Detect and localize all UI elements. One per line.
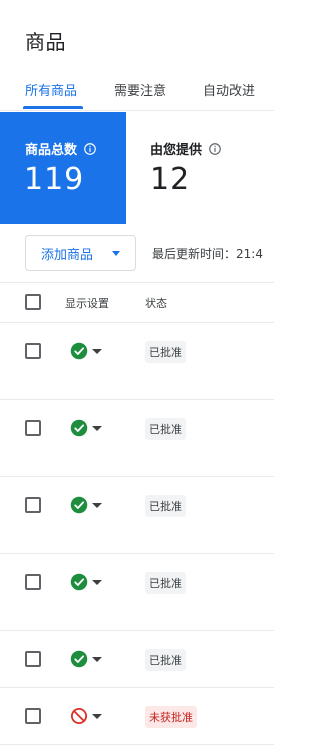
active-tab-indicator xyxy=(23,106,83,109)
stat-provided-value: 12 xyxy=(150,162,191,197)
status-badge: 已批准 xyxy=(145,649,186,671)
add-product-label: 添加商品 xyxy=(41,247,94,263)
column-header-visibility[interactable]: 显示设置 xyxy=(65,295,109,311)
page-title: 商品 xyxy=(25,30,66,54)
tab-all-products[interactable]: 所有商品 xyxy=(25,80,77,99)
tab-auto-improvements[interactable]: 自动改进 xyxy=(203,80,255,99)
column-header-status[interactable]: 状态 xyxy=(145,295,167,311)
visibility-dropdown[interactable] xyxy=(70,496,102,514)
info-icon[interactable] xyxy=(208,142,222,156)
row-checkbox[interactable] xyxy=(25,420,41,436)
row-checkbox[interactable] xyxy=(25,497,41,513)
status-badge: 已批准 xyxy=(145,341,186,363)
row-checkbox[interactable] xyxy=(25,708,41,724)
status-badge: 已批准 xyxy=(145,418,186,440)
row-checkbox[interactable] xyxy=(25,651,41,667)
blocked-icon xyxy=(70,707,88,725)
select-all-checkbox[interactable] xyxy=(25,294,41,310)
tab-divider xyxy=(0,110,274,111)
tab-bar: 所有商品 需要注意 自动改进 xyxy=(0,72,274,109)
status-badge: 已批准 xyxy=(145,495,186,517)
check-circle-icon xyxy=(70,419,88,437)
last-updated-text: 最后更新时间：21:4 xyxy=(152,247,263,261)
table-header: 显示设置 状态 xyxy=(0,282,274,323)
visibility-dropdown[interactable] xyxy=(70,650,102,668)
table-row[interactable]: 已批准 xyxy=(0,323,274,400)
stat-label-row: 商品总数 xyxy=(25,139,97,158)
table-row[interactable]: 未获批准 xyxy=(0,688,274,745)
check-circle-icon xyxy=(70,496,88,514)
caret-down-icon xyxy=(92,713,102,719)
caret-down-icon xyxy=(92,425,102,431)
caret-down-icon xyxy=(92,348,102,354)
row-checkbox[interactable] xyxy=(25,574,41,590)
add-product-button[interactable]: 添加商品 xyxy=(25,235,136,271)
caret-down-icon xyxy=(92,579,102,585)
tab-needs-attention[interactable]: 需要注意 xyxy=(114,80,166,99)
table-row[interactable]: 已批准 xyxy=(0,631,274,688)
stat-card-provided-by-you[interactable]: 由您提供 12 xyxy=(126,112,274,224)
stat-total-value: 119 xyxy=(24,162,85,197)
row-checkbox[interactable] xyxy=(25,343,41,359)
caret-down-icon xyxy=(92,656,102,662)
caret-down-icon xyxy=(92,502,102,508)
visibility-dropdown[interactable] xyxy=(70,707,102,725)
check-circle-icon xyxy=(70,573,88,591)
visibility-dropdown[interactable] xyxy=(70,342,102,360)
stat-card-total-products[interactable]: 商品总数 119 xyxy=(0,112,126,224)
status-badge: 已批准 xyxy=(145,572,186,594)
stat-total-label: 商品总数 xyxy=(25,143,78,158)
stat-label-row: 由您提供 xyxy=(150,139,222,158)
table-row[interactable]: 已批准 xyxy=(0,400,274,477)
info-icon[interactable] xyxy=(83,142,97,156)
visibility-dropdown[interactable] xyxy=(70,573,102,591)
status-badge: 未获批准 xyxy=(145,706,197,728)
check-circle-icon xyxy=(70,342,88,360)
check-circle-icon xyxy=(70,650,88,668)
stat-provided-label: 由您提供 xyxy=(150,143,203,158)
chevron-down-icon xyxy=(112,251,120,256)
table-row[interactable]: 已批准 xyxy=(0,477,274,554)
visibility-dropdown[interactable] xyxy=(70,419,102,437)
table-row[interactable]: 已批准 xyxy=(0,554,274,631)
